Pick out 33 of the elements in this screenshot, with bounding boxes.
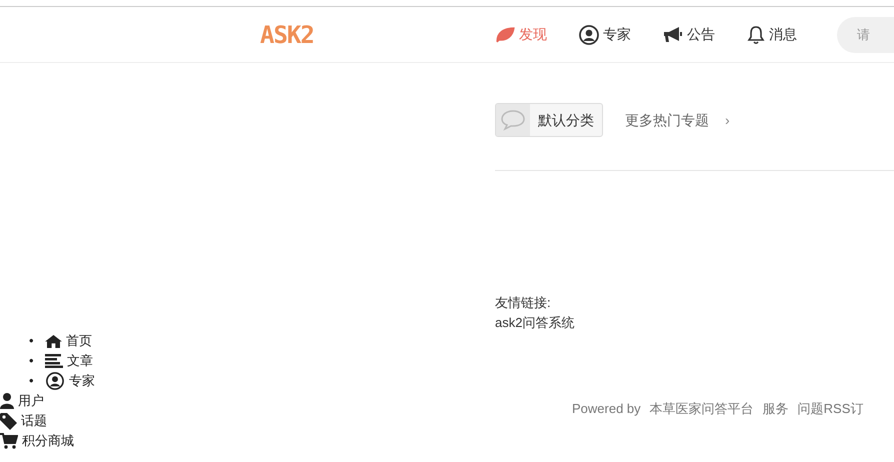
menu-link[interactable]: 文章 (45, 351, 93, 371)
menu-link[interactable]: 首页 (45, 331, 92, 351)
user-icon (0, 393, 14, 409)
bell-icon (747, 24, 765, 44)
nav-link[interactable]: 消息 (747, 24, 797, 45)
speech-bubble-icon (500, 109, 526, 131)
home-icon (45, 334, 62, 348)
tag-icon (0, 412, 17, 430)
menu-link[interactable]: 积分商城 (0, 431, 74, 451)
menu-link[interactable]: 话题 (0, 411, 47, 431)
lines-icon (45, 354, 63, 368)
bullet: • (28, 372, 35, 390)
friend-links-title: 友情链接: (495, 294, 552, 312)
footer-link[interactable]: 问题RSS订 (798, 401, 864, 416)
user-circle-icon (579, 24, 599, 44)
footer-link[interactable]: 本草医家问答平台 (650, 401, 754, 416)
bullet: • (28, 352, 35, 370)
chevron-icon: › (725, 110, 730, 130)
menu-link[interactable]: 用户 (0, 391, 44, 411)
menu-link[interactable]: 专家 (45, 371, 95, 391)
megaphone-icon (663, 26, 683, 44)
user-circle-icon (45, 372, 65, 390)
nav-link[interactable]: 公告 (663, 24, 715, 45)
category-tag[interactable]: 默认分类 (495, 103, 603, 137)
cart-icon (0, 433, 18, 449)
friend-link[interactable]: ask2问答系统 (495, 315, 574, 330)
leaf-icon (495, 26, 515, 42)
footer-link[interactable]: 服务 (762, 401, 789, 416)
search-field[interactable]: 请 (837, 16, 894, 52)
nav-link[interactable]: 专家 (579, 24, 631, 45)
more-topics-link[interactable]: 更多热门专题 (625, 110, 709, 130)
powered-by-text: Powered by (572, 401, 641, 416)
bullet: • (28, 332, 35, 350)
